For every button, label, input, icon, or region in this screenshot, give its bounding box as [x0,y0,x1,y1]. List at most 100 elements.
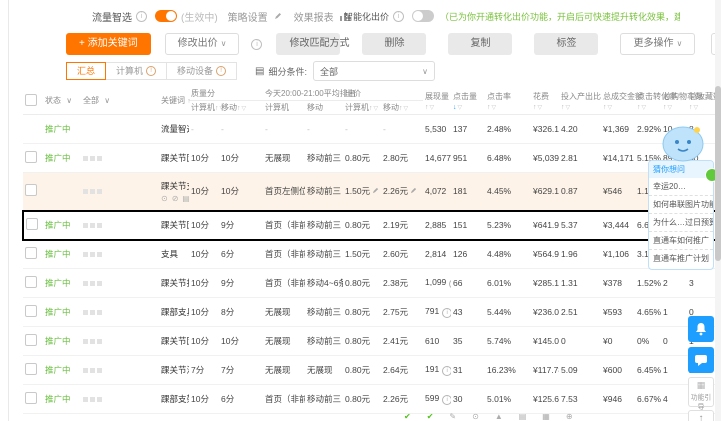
tag-button[interactable]: 标签 [534,33,599,55]
help-question[interactable]: 直通车推广计划 [649,250,713,267]
bid-pc-cell[interactable]: 0.80元 [343,384,382,414]
row-checkbox[interactable] [26,218,38,230]
col-点击量[interactable]: 点击量 ↓▽ [451,84,486,115]
pause-icon[interactable]: ⊙ [161,194,172,203]
info-flag-icon[interactable]: i [442,366,452,376]
keyword-link[interactable]: 踝关节固定器 [161,153,189,163]
sort-up-icon[interactable]: ↑ [533,104,537,111]
report-link[interactable]: 效果报表 [294,9,334,24]
sort-up-icon[interactable]: ↑ [561,104,565,111]
sort-down-icon[interactable]: ↓ [453,104,457,111]
sort-up-icon[interactable]: ↑ [487,104,491,111]
info-flag-icon[interactable]: i [442,308,452,318]
select-all-checkbox[interactable] [25,93,37,106]
filter-funnel-icon[interactable]: ▽ [492,105,497,111]
smart-bid-toggle[interactable] [412,10,435,22]
info-flag-icon[interactable]: i [442,395,452,405]
col-总成交金额[interactable]: 总成交金额 ↑▽ [601,84,643,115]
subcol-计算机[interactable]: 计算机↑▽ [189,100,224,115]
info-flag-icon[interactable]: i [449,279,452,289]
delete-button[interactable]: 删除 [362,33,427,55]
bid-pc-cell[interactable]: 0.80元 [343,268,382,298]
bid-pc-cell[interactable]: 0.80元 [343,297,382,327]
modify-match-button[interactable]: 修改匹配方式 [276,33,349,55]
notification-bell-button[interactable] [688,316,714,342]
help-question[interactable]: 如何串联图片功能 [649,196,713,214]
tab-计算机[interactable]: 计算机! [105,62,168,80]
group-bid[interactable]: 出价 [343,84,424,101]
col-投入产出比[interactable]: 投入产出比 ↑▽ [559,84,602,115]
bid-mob-cell[interactable]: 2.19元 [381,209,424,241]
help-question[interactable]: 直通车如何推广 [649,232,713,250]
report-icon[interactable]: ▤ [182,194,189,203]
filter-funnel-icon[interactable]: ▽ [404,106,409,112]
pencil-icon[interactable] [410,187,417,194]
col-scope[interactable]: 全部 ∨ [81,84,159,115]
row-checkbox[interactable] [25,276,37,288]
keyword-link[interactable]: 踝关节活动支具 [161,365,189,375]
sort-up-icon[interactable]: ↑ [425,104,429,111]
bid-pc-cell[interactable]: 0.80元 [343,355,382,385]
row-checkbox[interactable] [25,363,37,375]
sort-up-icon[interactable]: ↑ [603,104,607,111]
sort-up-icon[interactable]: ↑ [637,104,641,111]
sort-up-icon[interactable]: ↑ [663,104,667,111]
row-checkbox[interactable] [25,247,37,260]
bid-pc-cell[interactable]: 0.80元 [343,209,382,241]
subdivide-select[interactable]: 全部 ∨ [313,61,436,81]
filter-funnel-icon[interactable]: ▽ [374,106,379,112]
back-to-top-button[interactable]: ↑ [688,410,714,421]
scrollbar-thumb[interactable] [715,86,721,261]
feature-guide-button[interactable]: ▦ 功能引导 [688,377,714,411]
filter-funnel-icon[interactable]: ▽ [430,105,435,111]
info-icon[interactable]: i [393,10,405,22]
bid-pc-cell[interactable]: 0.80元 [343,143,382,173]
bid-mob-cell[interactable]: 2.80元 [381,143,424,173]
subcol-移动[interactable]: 移动 [305,100,344,115]
copy-button[interactable]: 复制 [448,33,513,55]
assistant-mascot-icon[interactable] [661,124,705,162]
bid-mob-cell[interactable]: 2.26元 [381,384,424,414]
col-总收藏数[interactable]: 总收藏数 ↑▽ [687,84,721,115]
row-checkbox[interactable] [25,392,37,404]
bid-mob-cell[interactable]: 2.75元 [381,297,424,327]
group-quality-score[interactable]: 质量分 [189,84,263,101]
bid-mob-cell[interactable]: - [381,114,424,144]
filter-funnel-icon[interactable]: ▽ [566,105,571,111]
bid-pc-cell[interactable]: 0.80元 [343,326,382,356]
col-总购物车数[interactable]: 总购物车数 ↑▽ [661,84,703,115]
sort-up-icon[interactable]: ↑ [689,104,693,111]
bid-mob-cell[interactable]: 2.38元 [381,268,424,298]
help-question[interactable]: 为什么…过日预算 [649,214,713,232]
select-all-checkbox-cell[interactable] [23,84,43,115]
col-展现量[interactable]: 展现量 ↑▽ [423,84,452,115]
filter-funnel-icon[interactable]: ▽ [668,105,673,111]
row-checkbox[interactable] [25,151,37,163]
filter-funnel-icon[interactable]: ▽ [642,105,647,111]
col-status[interactable]: 状态 ∨ [43,84,81,115]
traffic-smart-toggle[interactable] [155,10,177,22]
modify-bid-dropdown[interactable]: 修改出价 ∨ [164,33,240,55]
filter-funnel-icon[interactable]: ▽ [242,106,247,112]
pencil-icon[interactable] [372,187,379,194]
row-checkbox[interactable] [25,305,37,317]
info-icon[interactable]: i [251,38,263,50]
disable-icon[interactable]: ⊘ [172,194,183,203]
keyword-link[interactable]: 支具 [161,249,178,259]
strategy-settings-link[interactable]: 策略设置 [228,9,268,24]
tab-汇总[interactable]: 汇总 [66,62,107,80]
keyword-link[interactable]: 踝关节支具 [161,181,189,191]
bid-pc-cell[interactable]: 1.50元 [343,239,382,269]
row-checkbox[interactable] [25,334,37,346]
subcol-移动[interactable]: 移动↑▽ [219,100,263,115]
filter-funnel-icon[interactable]: ▽ [694,105,699,111]
subcol-移动[interactable]: 移动↑▽ [381,100,424,115]
bid-pc-cell[interactable]: - [343,114,382,144]
help-question[interactable]: 幸运20… [649,178,713,196]
filter-funnel-icon[interactable]: ▽ [538,105,543,111]
keyword-link[interactable]: 踝部支架 [161,394,189,404]
keyword-link[interactable]: 踝关节固定 [161,336,189,346]
bid-mob-cell[interactable]: 2.41元 [381,326,424,356]
sort-up-icon[interactable]: ↑ [215,105,219,112]
keyword-link[interactable]: 踝部支具 [161,307,189,317]
